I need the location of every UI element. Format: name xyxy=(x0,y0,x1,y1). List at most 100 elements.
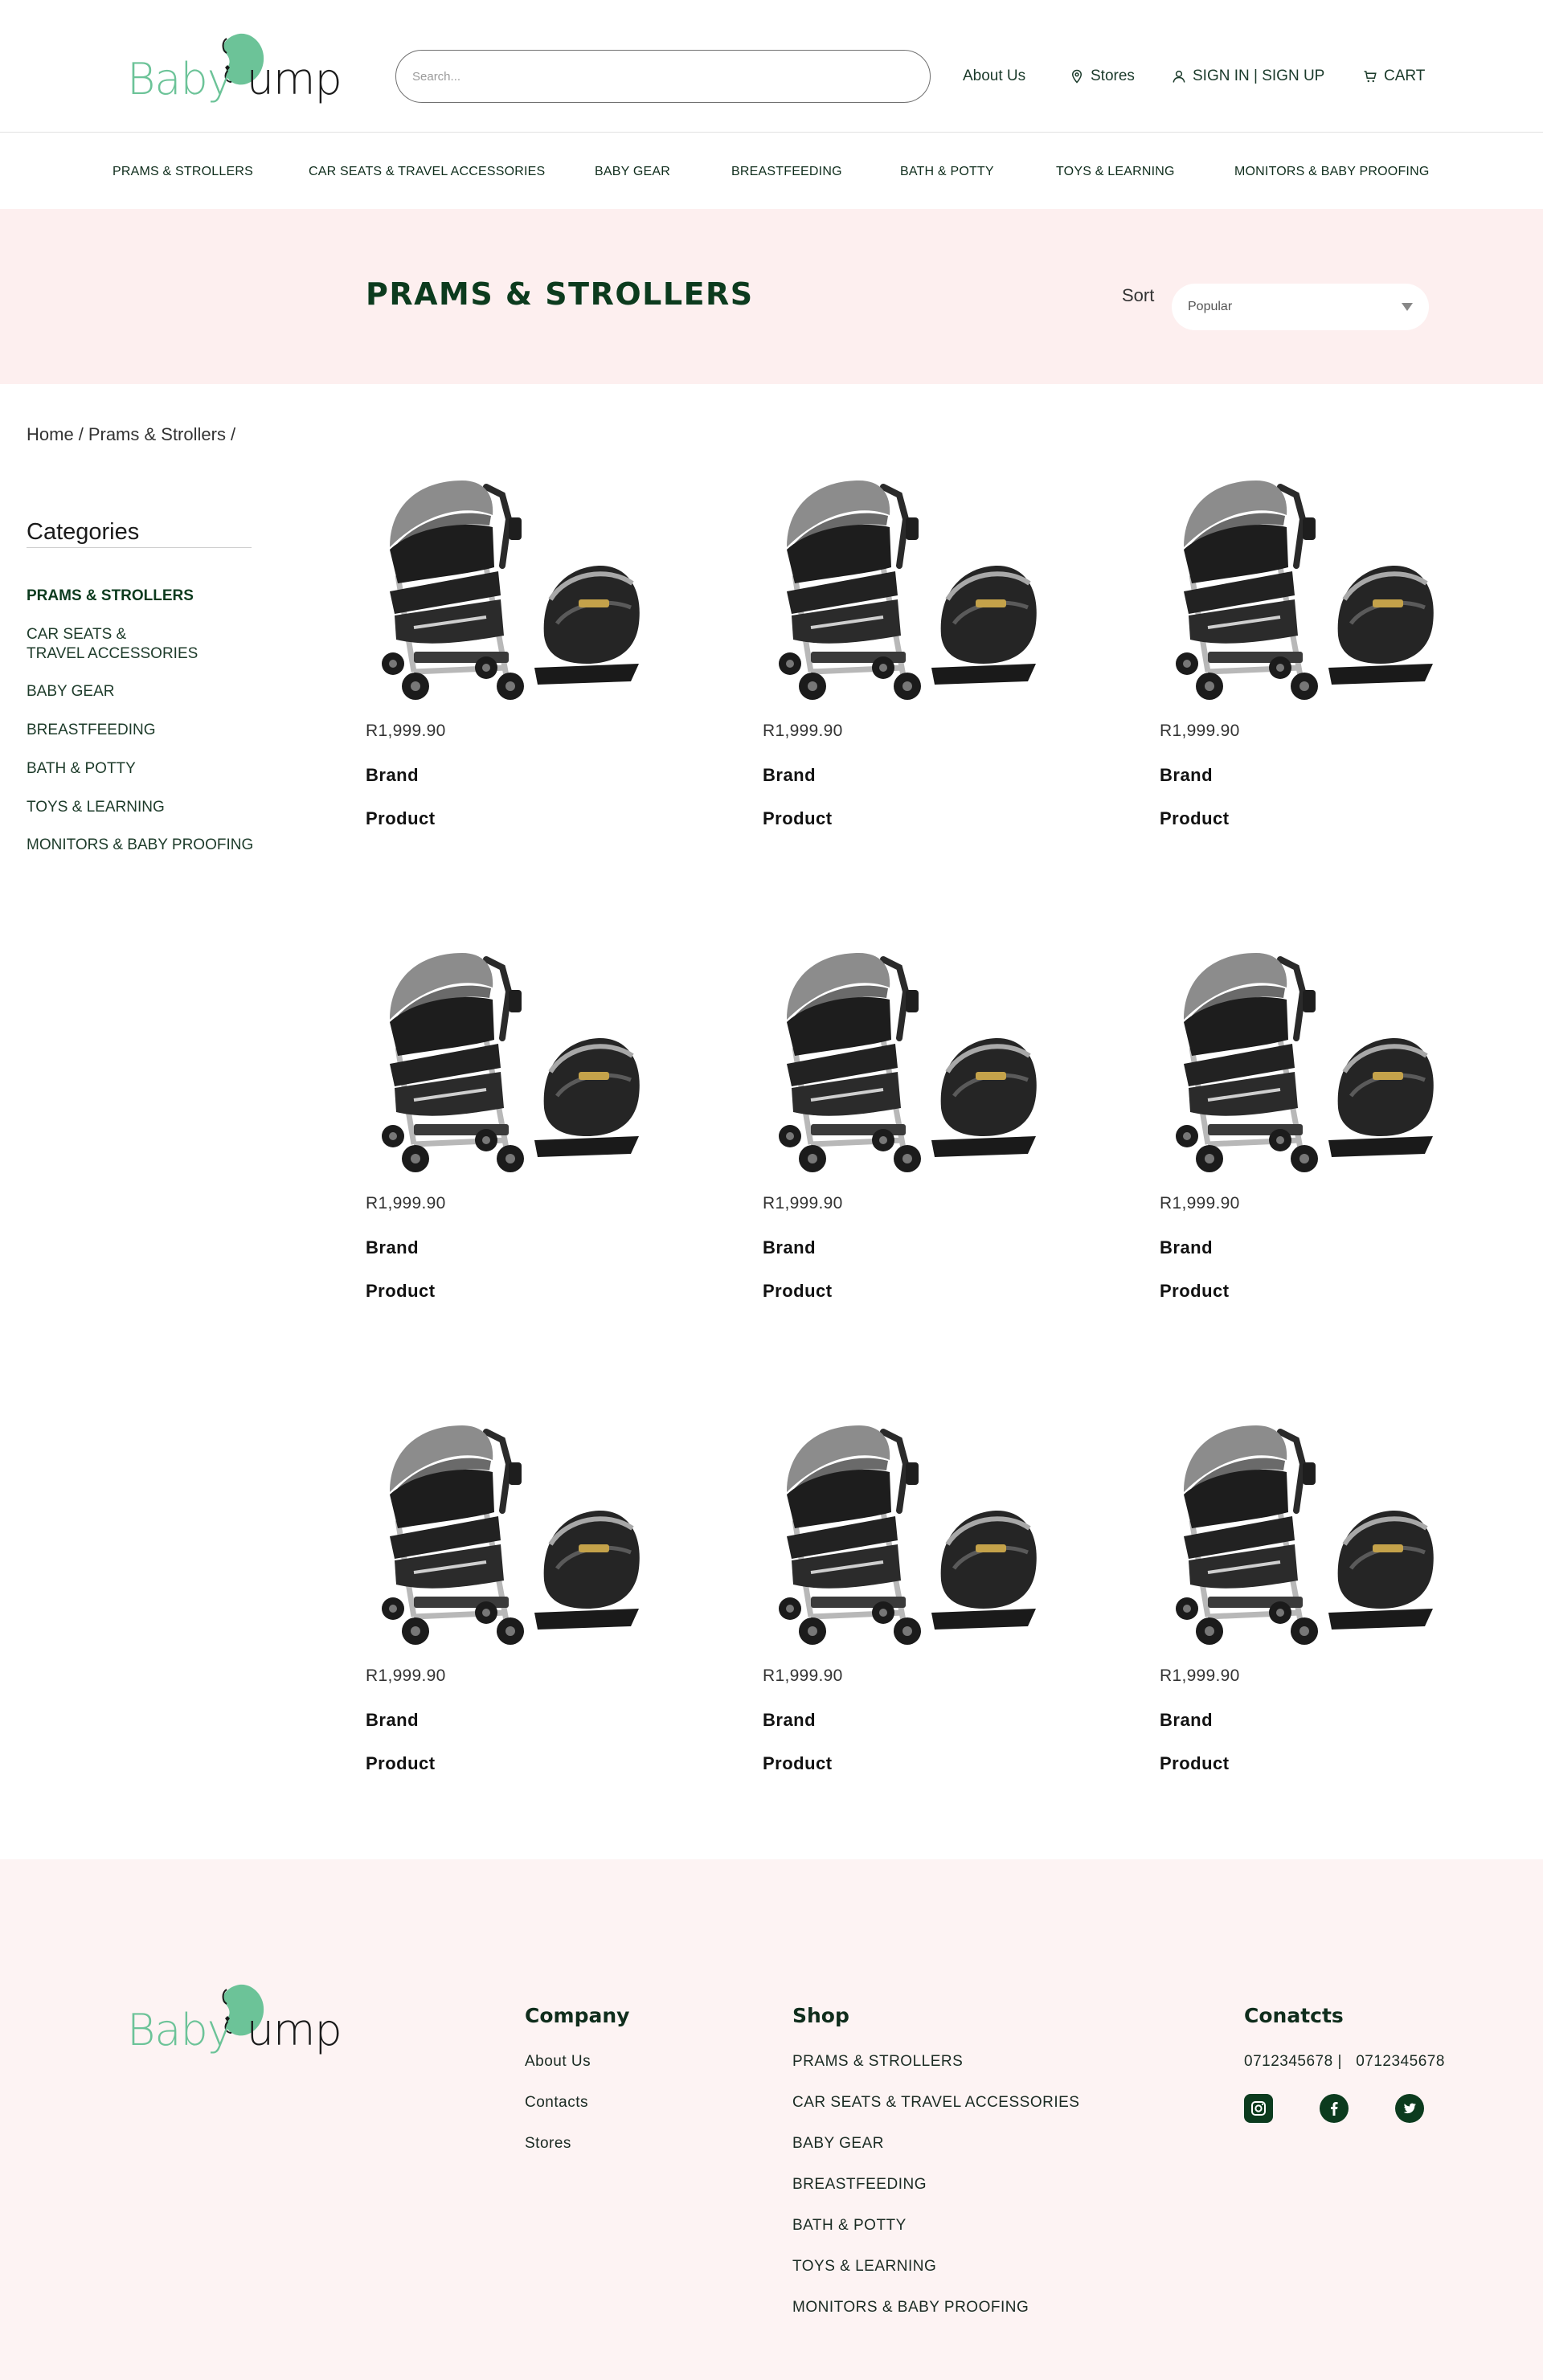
breadcrumb: Home / Prams & Strollers / xyxy=(27,424,235,445)
logo[interactable]: Baby ump xyxy=(127,29,342,101)
product-name[interactable]: Product xyxy=(763,1753,833,1774)
product-card[interactable]: R1,999.90 Brand Product xyxy=(1160,1416,1481,1785)
logo-wordmark: Baby ump xyxy=(127,33,342,101)
product-image xyxy=(779,1425,1037,1645)
search-input[interactable] xyxy=(412,69,930,84)
product-price: R1,999.90 xyxy=(366,1194,446,1212)
sidebar-item-baby-gear[interactable]: BABY GEAR xyxy=(27,682,268,701)
nav-item-toys-learning[interactable]: TOYS & LEARNING xyxy=(1056,165,1175,179)
footer-phone-numbers: 0712345678 | 0712345678 xyxy=(1244,2053,1445,2070)
category-sidebar: Categories PRAMS & STROLLERS CAR SEATS &… xyxy=(27,519,268,874)
footer-link-toys-learning[interactable]: TOYS & LEARNING xyxy=(792,2258,1079,2276)
product-brand: Brand xyxy=(366,765,420,785)
signin-label: SIGN IN | SIGN UP xyxy=(1193,67,1325,84)
logo-part-bump: ump xyxy=(246,54,342,104)
product-image xyxy=(779,953,1037,1172)
product-price: R1,999.90 xyxy=(763,1194,843,1212)
product-brand: Brand xyxy=(763,1237,817,1257)
nav-item-breastfeeding[interactable]: BREASTFEEDING xyxy=(731,165,842,179)
search-bar[interactable] xyxy=(395,50,931,103)
product-card[interactable]: R1,999.90 Brand Product xyxy=(1160,943,1481,1313)
footer-link-prams-strollers[interactable]: PRAMS & STROLLERS xyxy=(792,2053,1079,2071)
cart-link[interactable]: CART xyxy=(1363,64,1425,88)
footer-link-about-us[interactable]: About Us xyxy=(525,2053,629,2071)
signin-link[interactable]: SIGN IN | SIGN UP xyxy=(1172,64,1324,88)
product-image xyxy=(1176,953,1434,1172)
product-image xyxy=(1176,480,1434,700)
product-price: R1,999.90 xyxy=(366,722,446,740)
product-name[interactable]: Product xyxy=(1160,1753,1230,1774)
footer-link-baby-gear[interactable]: BABY GEAR xyxy=(792,2135,1079,2153)
footer-link-stores[interactable]: Stores xyxy=(525,2135,629,2153)
about-us-link[interactable]: About Us xyxy=(963,64,1025,88)
product-card[interactable]: R1,999.90 Brand Product xyxy=(366,1416,687,1785)
nav-item-car-seats[interactable]: CAR SEATS & TRAVEL ACCESSORIES xyxy=(309,165,545,179)
sort-dropdown[interactable]: Popular xyxy=(1172,284,1429,330)
sidebar-item-toys-learning[interactable]: TOYS & LEARNING xyxy=(27,798,268,817)
nav-item-prams-strollers[interactable]: PRAMS & STROLLERS xyxy=(113,165,253,179)
caret-down-icon xyxy=(1402,303,1413,311)
nav-item-baby-gear[interactable]: BABY GEAR xyxy=(595,165,670,179)
breadcrumb-home[interactable]: Home xyxy=(27,424,74,445)
breadcrumb-prams-strollers[interactable]: Prams & Strollers xyxy=(88,424,226,445)
category-nav: PRAMS & STROLLERS CAR SEATS & TRAVEL ACC… xyxy=(0,133,1543,209)
map-pin-icon xyxy=(1071,69,1083,84)
product-card[interactable]: R1,999.90 Brand Product xyxy=(763,1416,1084,1785)
product-price: R1,999.90 xyxy=(1160,1666,1240,1685)
product-name[interactable]: Product xyxy=(366,1281,436,1302)
product-card[interactable]: R1,999.90 Brand Product xyxy=(1160,471,1481,840)
facebook-icon[interactable] xyxy=(1320,2094,1349,2123)
sidebar-list: PRAMS & STROLLERS CAR SEATS & TRAVEL ACC… xyxy=(27,587,268,855)
product-name[interactable]: Product xyxy=(1160,808,1230,829)
sidebar-item-monitors[interactable]: MONITORS & BABY PROOFING xyxy=(27,836,268,855)
sort-label: Sort xyxy=(1122,285,1155,305)
nav-item-bath-potty[interactable]: BATH & POTTY xyxy=(900,165,994,179)
product-price: R1,999.90 xyxy=(1160,722,1240,740)
logo-part-baby: Baby xyxy=(127,54,233,104)
site-header: Babyump About Us Stores SIGN IN | SIGN U… xyxy=(0,0,1543,133)
footer-link-bath-potty[interactable]: BATH & POTTY xyxy=(792,2217,1079,2235)
footer-link-car-seats[interactable]: CAR SEATS & TRAVEL ACCESSORIES xyxy=(792,2094,1079,2112)
footer-contacts-column: Conatcts 0712345678 | 0712345678 xyxy=(1244,2004,1445,2123)
instagram-icon[interactable] xyxy=(1244,2094,1273,2123)
category-hero: PRAMS & STROLLERS Sort Popular xyxy=(0,209,1543,384)
sidebar-item-prams-strollers[interactable]: PRAMS & STROLLERS xyxy=(27,587,268,606)
footer-link-contacts[interactable]: Contacts xyxy=(525,2094,629,2112)
product-name[interactable]: Product xyxy=(1160,1281,1230,1302)
cart-label: CART xyxy=(1384,67,1426,84)
footer-logo[interactable]: Baby ump xyxy=(127,1980,342,2060)
product-brand: Brand xyxy=(366,1710,420,1730)
product-card[interactable]: R1,999.90 Brand Product xyxy=(366,943,687,1313)
footer-shop-title: Shop xyxy=(792,2004,849,2027)
product-image xyxy=(382,953,640,1172)
product-image xyxy=(382,480,640,700)
sidebar-title: Categories xyxy=(27,519,252,548)
footer-contacts-title: Conatcts xyxy=(1244,2004,1344,2027)
sidebar-item-bath-potty[interactable]: BATH & POTTY xyxy=(27,759,268,779)
product-name[interactable]: Product xyxy=(366,1753,436,1774)
logo-wordmark: Baby ump xyxy=(127,1984,342,2052)
breadcrumb-separator: / xyxy=(78,424,84,444)
product-price: R1,999.90 xyxy=(763,722,843,740)
product-image xyxy=(779,480,1037,700)
sidebar-item-breastfeeding[interactable]: BREASTFEEDING xyxy=(27,721,268,740)
product-card[interactable]: R1,999.90 Brand Product xyxy=(763,471,1084,840)
nav-item-monitors[interactable]: MONITORS & BABY PROOFING xyxy=(1234,165,1429,179)
product-name[interactable]: Product xyxy=(763,808,833,829)
social-links xyxy=(1244,2094,1445,2123)
product-name[interactable]: Product xyxy=(763,1281,833,1302)
twitter-icon[interactable] xyxy=(1395,2094,1424,2123)
stores-link[interactable]: Stores xyxy=(1070,64,1135,88)
footer-link-breastfeeding[interactable]: BREASTFEEDING xyxy=(792,2176,1079,2194)
product-name[interactable]: Product xyxy=(366,808,436,829)
product-card[interactable]: R1,999.90 Brand Product xyxy=(366,471,687,840)
sidebar-item-car-seats[interactable]: CAR SEATS & TRAVEL ACCESSORIES xyxy=(27,625,268,664)
product-card[interactable]: R1,999.90 Brand Product xyxy=(763,943,1084,1313)
cart-icon xyxy=(1364,71,1377,83)
product-image xyxy=(382,1425,640,1645)
stores-label: Stores xyxy=(1091,67,1135,84)
footer-shop-column: Shop PRAMS & STROLLERS CAR SEATS & TRAVE… xyxy=(792,2004,1079,2340)
page-title: PRAMS & STROLLERS xyxy=(366,276,754,312)
product-image xyxy=(1176,1425,1434,1645)
footer-link-monitors[interactable]: MONITORS & BABY PROOFING xyxy=(792,2299,1079,2317)
